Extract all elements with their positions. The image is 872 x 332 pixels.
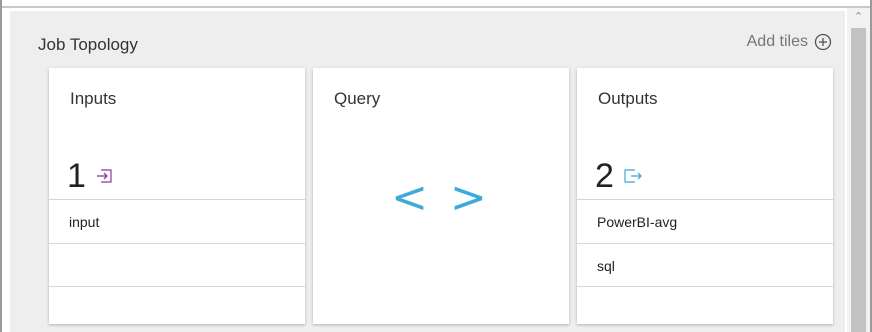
output-list-item[interactable]: sql [577,243,833,287]
outputs-tile[interactable]: Outputs 2 PowerBI-avg sql [577,68,833,324]
add-tiles-button[interactable]: Add tiles [747,33,832,51]
input-list-empty-row [49,243,305,287]
query-code-icon: < > [391,172,491,223]
inputs-tile[interactable]: Inputs 1 input [49,68,305,324]
outputs-tile-title: Outputs [598,89,658,108]
output-icon [624,169,642,183]
query-tile-title: Query [334,89,381,108]
inputs-tile-title: Inputs [70,89,117,108]
section-title: Job Topology [38,35,138,54]
top-strip [2,0,870,8]
query-tile[interactable]: Query < > [313,68,569,324]
output-list-item[interactable]: PowerBI-avg [577,199,833,243]
add-tiles-label: Add tiles [746,33,808,50]
scroll-thumb[interactable] [851,28,866,332]
vertical-scrollbar[interactable]: ⌃ [847,8,870,332]
input-list-item[interactable]: input [49,199,305,243]
plus-circle-icon [814,33,832,51]
scroll-up-icon[interactable]: ⌃ [851,10,866,24]
input-icon [97,169,112,183]
outputs-count: 2 [595,157,614,195]
inputs-count: 1 [67,157,86,195]
